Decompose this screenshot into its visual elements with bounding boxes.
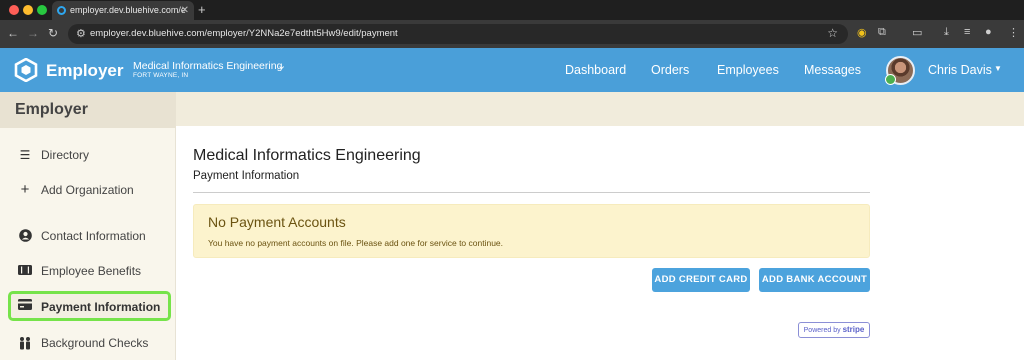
address-url: employer.dev.bluehive.com/employer/Y2NNa… [90,28,398,39]
sidebar-item-label: Employee Benefits [41,264,142,278]
sidebar-item-contact-information[interactable]: Contact Information [8,221,171,251]
sidebar-item-employee-benefits[interactable]: Employee Benefits [8,256,171,286]
avatar[interactable] [885,56,915,85]
stripe-logo: stripe [842,325,865,334]
browser-tab[interactable]: employer.dev.bluehive.com/e ✕ [52,1,194,20]
sidebar-item-label: Add Organization [41,183,134,197]
add-bank-account-button[interactable]: ADD BANK ACCOUNT [759,268,870,292]
sidebar-item-directory[interactable]: ☰ Directory [8,140,171,170]
profile-icon[interactable]: ● [985,26,992,38]
alert-title: No Payment Accounts [208,214,346,230]
site-favicon-icon [57,6,66,15]
download-icon[interactable]: ⤓ [944,26,949,39]
content-header-band [176,92,1024,126]
address-bar[interactable]: ⚙ employer.dev.bluehive.com/employer/Y2N… [68,24,848,44]
chevron-down-icon[interactable]: ⌄ [277,59,286,72]
user-name[interactable]: Chris Davis [928,63,992,77]
organization-name[interactable]: Medical Informatics Engineering [133,60,282,72]
bluehive-logo-icon[interactable] [14,58,38,82]
plus-icon: + [20,181,30,198]
section-title: Payment Information [193,170,300,182]
sidebar: Employer ☰ Directory + Add Organization … [0,92,176,360]
tab-search-icon[interactable]: ▭ [912,26,922,39]
nav-messages[interactable]: Messages [804,63,861,77]
credit-card-icon [18,299,32,313]
no-payment-accounts-alert: No Payment Accounts You have no payment … [193,204,870,258]
nav-employees[interactable]: Employees [717,63,779,77]
browser-tab-bar: employer.dev.bluehive.com/e ✕ + [0,0,1024,20]
sidebar-item-label: Contact Information [41,229,146,243]
alert-message: You have no payment accounts on file. Pl… [208,238,504,248]
tab-close-icon[interactable]: ✕ [181,1,189,20]
powered-by-stripe-badge[interactable]: Powered by stripe [798,322,870,338]
sidebar-item-label: Background Checks [41,336,149,350]
people-icon [18,336,32,350]
ticket-icon [18,264,32,278]
stripe-badge-prefix: Powered by [803,327,841,334]
minimize-window-button[interactable] [23,5,33,15]
new-tab-icon[interactable]: + [198,2,206,17]
sidebar-title: Employer [0,92,176,128]
bookmark-star-icon[interactable]: ☆ [827,26,838,40]
tab-title: employer.dev.bluehive.com/e [70,5,186,15]
close-window-button[interactable] [9,5,19,15]
app-header: Employer Medical Informatics Engineering… [0,48,1024,92]
divider [193,192,870,193]
page-title: Medical Informatics Engineering [193,147,421,164]
organization-location: FORT WAYNE, IN [133,72,189,79]
browser-toolbar: ← → ↻ ⚙ employer.dev.bluehive.com/employ… [0,20,1024,48]
caret-down-icon[interactable]: ▼ [994,64,1002,73]
back-icon[interactable]: ← [7,26,19,40]
nav-dashboard[interactable]: Dashboard [565,63,626,77]
nav-orders[interactable]: Orders [651,63,689,77]
sidebar-item-label: Directory [41,148,90,162]
reload-icon[interactable]: ↻ [48,26,58,40]
browser-menu-icon[interactable]: ⋮ [1008,26,1019,39]
list-icon: ☰ [19,148,31,162]
reading-list-icon[interactable]: ≡ [964,26,970,38]
user-circle-icon [18,229,32,243]
sidebar-item-label: Payment Information [41,300,161,314]
extensions-puzzle-icon[interactable]: ⧉ [878,26,886,39]
zoom-window-button[interactable] [37,5,47,15]
sidebar-item-background-checks[interactable]: Background Checks [8,328,171,358]
add-credit-card-button[interactable]: ADD CREDIT CARD [652,268,750,292]
sidebar-item-add-organization[interactable]: + Add Organization [8,175,171,205]
site-info-icon[interactable]: ⚙ [76,27,86,40]
brand-title[interactable]: Employer [46,61,123,81]
forward-icon[interactable]: → [27,26,39,40]
sidebar-item-payment-information[interactable]: Payment Information [8,291,171,321]
extension-icon[interactable]: ◉ [857,26,867,39]
